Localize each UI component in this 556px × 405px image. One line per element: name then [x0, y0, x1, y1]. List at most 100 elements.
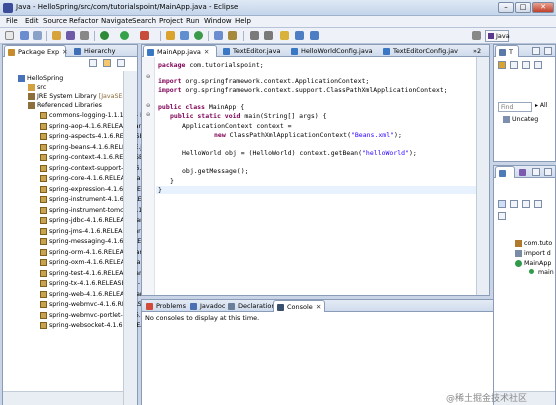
code-line[interactable]: HelloWorld obj = (HelloWorld) context.ge…	[182, 149, 417, 157]
close-tab-icon[interactable]: ✕	[316, 303, 321, 311]
tab-outline[interactable]	[495, 166, 515, 178]
menu-window[interactable]: Window	[204, 17, 232, 25]
previous-annotation-icon[interactable]	[264, 31, 273, 40]
code-line[interactable]: import org.springframework.context.suppo…	[158, 86, 448, 94]
find-task-input[interactable]	[498, 102, 532, 112]
tab-console[interactable]: Console ✕	[273, 300, 325, 312]
new-class-icon[interactable]	[194, 31, 203, 40]
save-all-icon[interactable]	[33, 31, 42, 40]
task-filter-all[interactable]: ▸ All	[535, 102, 547, 109]
jar-icon	[40, 196, 47, 203]
menu-refactor[interactable]: Refactor	[69, 17, 98, 25]
vertical-scrollbar[interactable]	[123, 71, 137, 405]
debug-run-icon[interactable]	[100, 31, 109, 40]
tab-hierarchy[interactable]: Hierarchy	[71, 45, 129, 57]
outline-method[interactable]: main	[529, 268, 554, 277]
code-line[interactable]: }	[170, 177, 174, 185]
perspective-label: Java	[496, 32, 510, 40]
outline-imports[interactable]: import d	[515, 249, 551, 258]
open-type-icon[interactable]	[214, 31, 223, 40]
task-collapse-icon[interactable]	[534, 61, 542, 69]
minimize-button[interactable]: –	[498, 2, 514, 13]
menu-help[interactable]: Help	[235, 17, 251, 25]
outline-class[interactable]: MainApp	[515, 259, 551, 268]
fold-marker-icon[interactable]: ⊖	[146, 112, 151, 118]
menu-file[interactable]: File	[6, 17, 18, 25]
tab-texteditorconfig-java[interactable]: TextEditorConfig.jav	[380, 45, 468, 57]
code-line[interactable]: import org.springframework.context.Appli…	[158, 77, 369, 85]
search-icon[interactable]	[228, 31, 237, 40]
code-line[interactable]: ApplicationContext context =	[182, 122, 292, 130]
java-perspective-button[interactable]: Java	[485, 30, 510, 42]
menu-search[interactable]: Search	[132, 17, 156, 25]
back-icon[interactable]	[295, 31, 304, 40]
save-icon[interactable]	[20, 31, 29, 40]
editor-tab-overflow[interactable]: »2	[471, 45, 489, 57]
maximize-button[interactable]: □	[515, 2, 531, 13]
tab-palette[interactable]	[516, 166, 530, 178]
tree-project[interactable]: HelloSpring	[18, 74, 63, 83]
hide-local-types-icon[interactable]	[498, 212, 506, 220]
tab-task-list[interactable]: T	[495, 45, 519, 57]
code-line[interactable]: new ClassPathXmlApplicationContext("Bean…	[214, 131, 402, 139]
new-task-icon[interactable]	[498, 61, 506, 69]
menu-project[interactable]: Project	[159, 17, 183, 25]
menu-navigate[interactable]: Navigate	[101, 17, 132, 25]
hide-nonpublic-icon[interactable]	[534, 200, 542, 208]
code-line[interactable]: package com.tutorialspoint;	[158, 61, 264, 69]
open-perspective-icon[interactable]	[472, 31, 481, 40]
tab-mainapp-java[interactable]: MainApp.java ✕	[143, 45, 217, 57]
tab-javadoc[interactable]: Javadoc	[187, 300, 225, 312]
maximize-view-icon[interactable]	[544, 47, 552, 55]
new-java-project-icon[interactable]	[166, 31, 175, 40]
tab-label: MainApp.java	[157, 48, 201, 56]
code-line[interactable]: public static void main(String[] args) {	[170, 112, 327, 120]
maximize-view-icon[interactable]	[544, 168, 552, 176]
hide-fields-icon[interactable]	[510, 200, 518, 208]
task-filter-icon[interactable]	[510, 61, 518, 69]
forward-icon[interactable]	[310, 31, 319, 40]
external-tools-icon[interactable]	[140, 31, 149, 40]
tab-texteditor-java[interactable]: TextEditor.java	[220, 45, 286, 57]
menu-run[interactable]: Run	[186, 17, 199, 25]
library-icon	[28, 93, 35, 100]
jar-icon	[40, 301, 47, 308]
minimize-view-icon[interactable]	[532, 168, 540, 176]
tab-declaration[interactable]: Declaration	[225, 300, 275, 312]
fold-marker-icon[interactable]: ⊖	[146, 74, 151, 80]
tree-referenced-libraries[interactable]: Referenced Libraries	[28, 101, 102, 110]
tree-src[interactable]: src	[28, 83, 46, 92]
menu-edit[interactable]: Edit	[25, 17, 39, 25]
view-menu-icon[interactable]	[117, 59, 125, 67]
skip-breakpoints-icon[interactable]	[80, 31, 89, 40]
menu-source[interactable]: Source	[43, 17, 67, 25]
minimize-view-icon[interactable]	[532, 47, 540, 55]
task-sync-icon[interactable]	[522, 61, 530, 69]
debug-icon[interactable]	[66, 31, 75, 40]
hide-static-icon[interactable]	[522, 200, 530, 208]
next-annotation-icon[interactable]	[250, 31, 259, 40]
close-tab-icon[interactable]: ✕	[62, 48, 67, 56]
tab-package-explorer[interactable]: Package Exp ✕	[4, 45, 68, 57]
last-edit-icon[interactable]	[280, 31, 289, 40]
editor-overview-ruler[interactable]	[476, 57, 489, 295]
keyword: public class	[158, 103, 205, 111]
current-line-highlight[interactable]: }	[156, 186, 476, 194]
code-line[interactable]: obj.getMessage();	[182, 167, 249, 175]
code-line[interactable]: public class MainApp {	[158, 103, 244, 111]
new-icon[interactable]	[5, 31, 14, 40]
sort-icon[interactable]	[498, 200, 506, 208]
outline-package[interactable]: com.tuto	[515, 239, 552, 248]
close-button[interactable]: ✕	[532, 2, 554, 13]
link-with-editor-icon[interactable]	[103, 59, 111, 67]
fold-marker-icon[interactable]: ⊖	[146, 103, 151, 109]
task-category-item[interactable]: Uncateg	[503, 115, 538, 124]
run-icon[interactable]	[120, 31, 129, 40]
tab-helloworldconfig-java[interactable]: HelloWorldConfig.java	[288, 45, 378, 57]
toggle-breadcrumb-icon[interactable]	[52, 31, 61, 40]
horizontal-scrollbar[interactable]	[3, 391, 123, 405]
close-tab-icon[interactable]: ✕	[204, 48, 209, 56]
new-package-icon[interactable]	[180, 31, 189, 40]
collapse-all-icon[interactable]	[89, 59, 97, 67]
tab-problems[interactable]: Problems	[143, 300, 186, 312]
